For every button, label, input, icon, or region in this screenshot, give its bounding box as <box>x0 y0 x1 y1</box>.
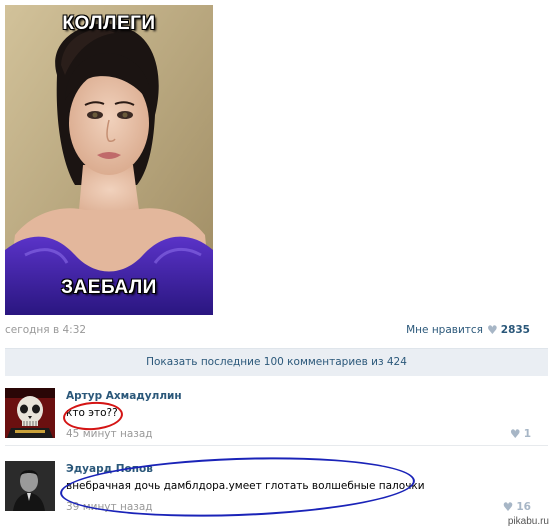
comment-like-button[interactable]: ♥ 16 <box>503 501 531 513</box>
heart-icon: ♥ <box>487 323 498 337</box>
photo-illustration <box>5 5 213 315</box>
comment: Эдуард Попов внебрачная дочь дамблдора.у… <box>5 461 548 521</box>
avatar[interactable] <box>5 388 55 438</box>
comment-text: кто это?? <box>66 407 118 419</box>
heart-icon: ♥ <box>509 427 521 441</box>
man-avatar-image <box>5 461 55 511</box>
show-comments-button[interactable]: Показать последние 100 комментариев из 4… <box>5 348 548 376</box>
comment-timestamp[interactable]: 39 минут назад <box>66 501 153 513</box>
comment-like-button[interactable]: ♥ 1 <box>510 428 531 440</box>
comment-timestamp[interactable]: 45 минут назад <box>66 428 153 440</box>
comment-author[interactable]: Эдуард Попов <box>66 463 153 475</box>
post-timestamp[interactable]: сегодня в 4:32 <box>5 324 86 336</box>
like-count: 2835 <box>500 324 530 336</box>
like-label: Мне нравится <box>406 324 483 336</box>
meme-bottom-caption: ЗАЕБАЛИ <box>61 277 157 298</box>
skull-avatar-image <box>5 388 55 438</box>
comment-text: внебрачная дочь дамблдора.умеет глотать … <box>66 480 425 492</box>
comment: Артур Ахмадуллин кто это?? 45 минут наза… <box>5 388 548 446</box>
avatar[interactable] <box>5 461 55 511</box>
watermark: pikabu.ru <box>504 515 552 528</box>
meme-top-caption: КОЛЛЕГИ <box>62 13 156 34</box>
post-like-button[interactable]: Мне нравится ♥ 2835 <box>406 324 530 336</box>
comment-like-count: 16 <box>516 501 531 513</box>
heart-icon: ♥ <box>502 500 514 514</box>
comment-like-count: 1 <box>523 428 531 440</box>
comment-author[interactable]: Артур Ахмадуллин <box>66 390 182 402</box>
post-photo[interactable]: КОЛЛЕГИ ЗАЕБАЛИ <box>5 5 213 315</box>
